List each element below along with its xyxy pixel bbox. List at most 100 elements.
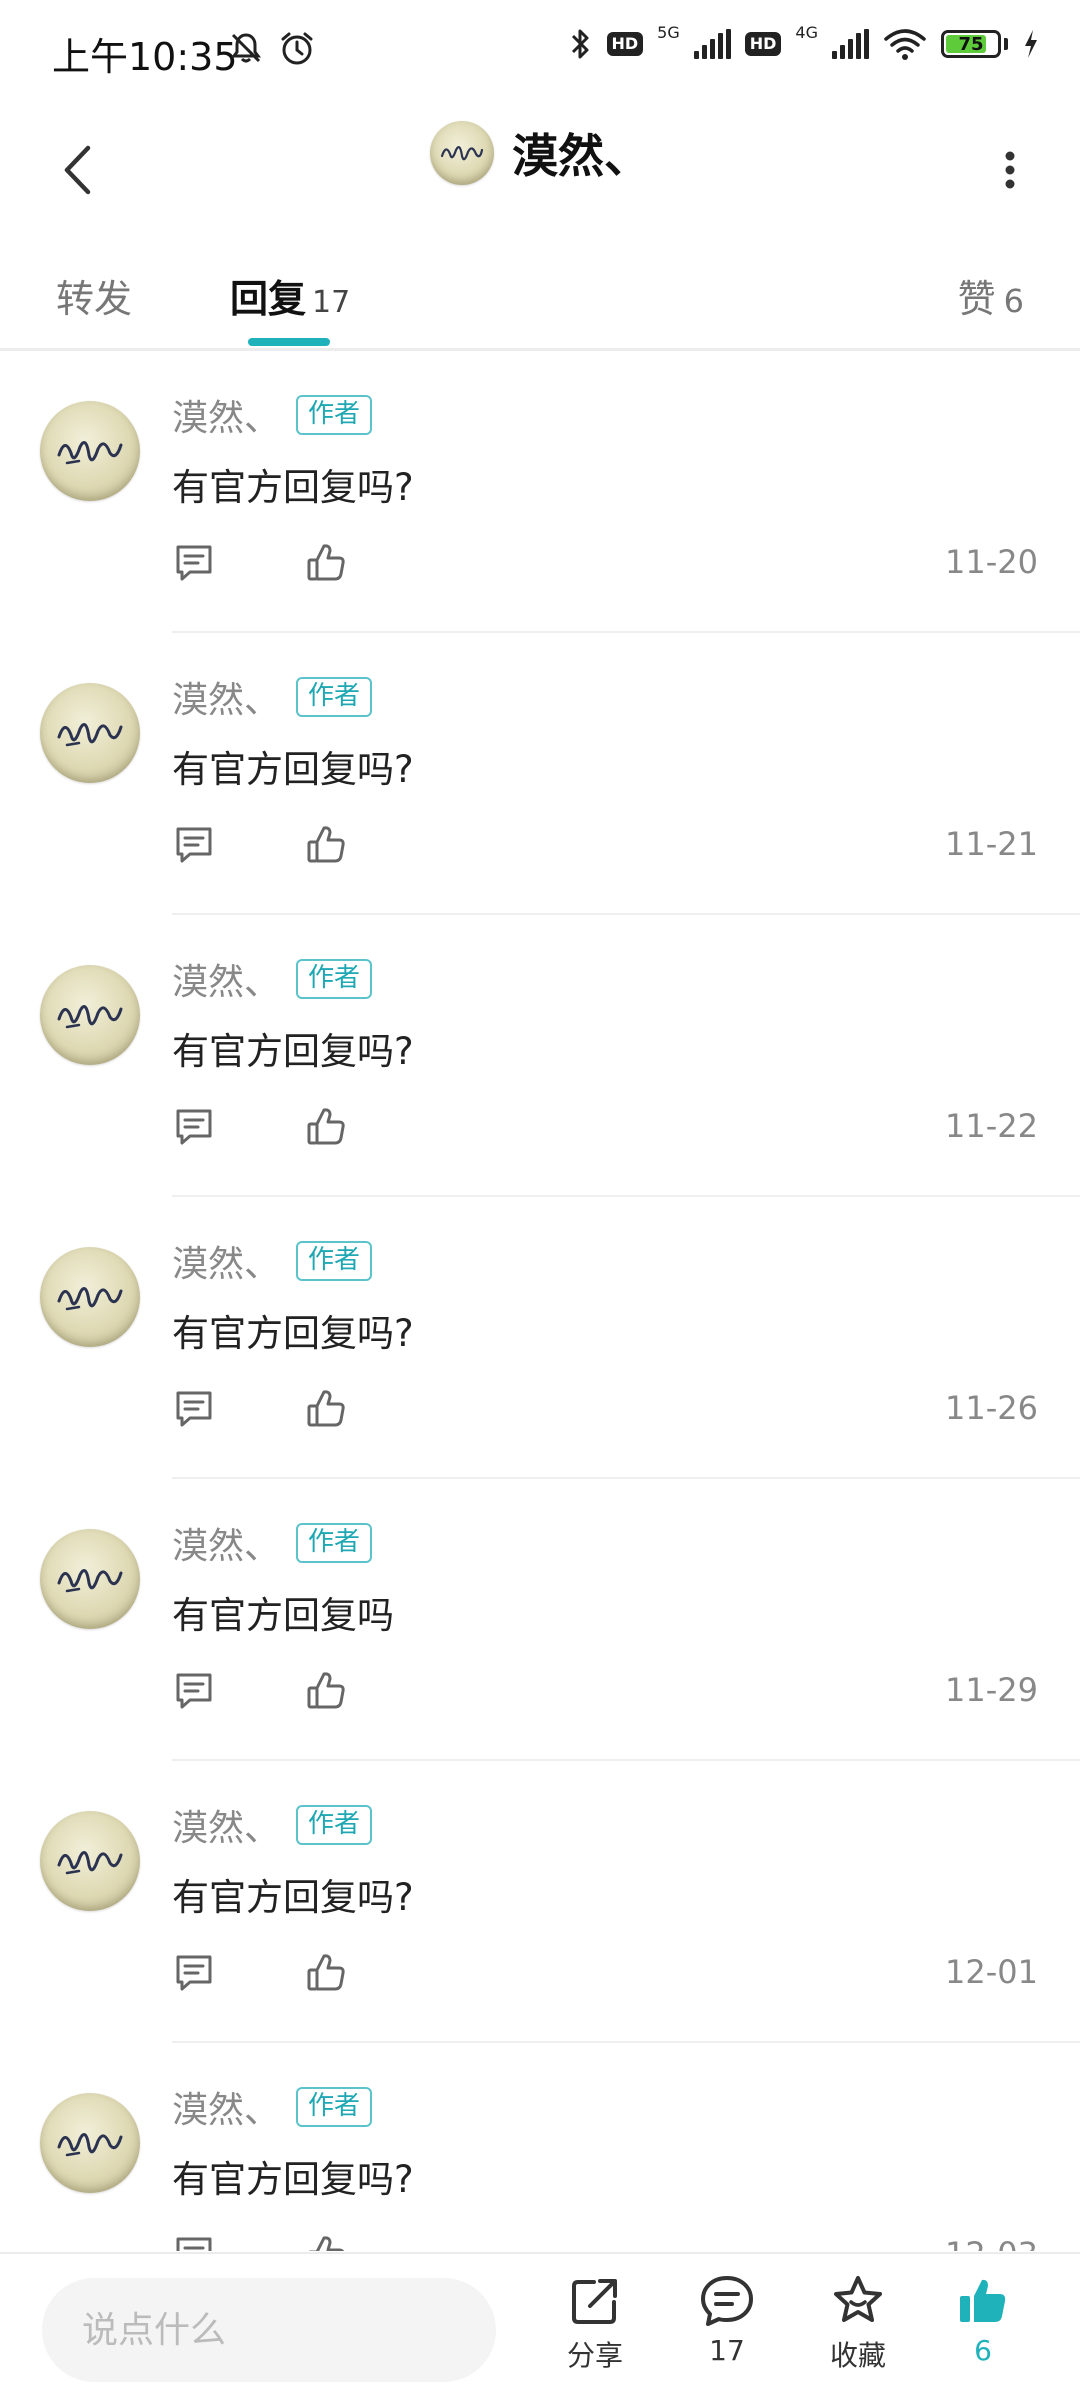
app-screen: 上午10:35 HD 5G HD 4G 75 漠然、 转发 回复 17 赞 6 … bbox=[0, 0, 1080, 2400]
comment-bubble-icon[interactable] bbox=[172, 823, 216, 867]
header-avatar[interactable] bbox=[430, 121, 494, 185]
battery-cap bbox=[1004, 38, 1008, 50]
comment-bubble-icon[interactable] bbox=[172, 1951, 216, 1995]
author-badge: 作者 bbox=[296, 959, 373, 999]
comment-avatar[interactable] bbox=[40, 1529, 140, 1629]
tab-forward-label: 转发 bbox=[56, 277, 133, 321]
favorite-label: 收藏 bbox=[829, 2339, 886, 2372]
comment-actions bbox=[172, 2233, 348, 2251]
tab-likes[interactable]: 赞6 bbox=[958, 268, 1024, 323]
comment-date: 12-03 bbox=[945, 2235, 1038, 2251]
comment-item[interactable]: 漠然、 作者 有官方回复吗? 11-21 bbox=[0, 633, 1080, 915]
comment-actions bbox=[172, 1387, 348, 1431]
status-bar: 上午10:35 HD 5G HD 4G 75 bbox=[0, 0, 1080, 100]
chat-icon bbox=[701, 2276, 753, 2326]
comment-text: 有官方回复吗? bbox=[172, 748, 414, 791]
bluetooth-icon bbox=[571, 29, 588, 59]
tab-likes-count: 6 bbox=[1003, 282, 1024, 320]
comment-bubble-icon[interactable] bbox=[172, 1105, 216, 1149]
comment-input[interactable] bbox=[42, 2278, 496, 2382]
comment-avatar[interactable] bbox=[40, 1247, 140, 1347]
comment-text: 有官方回复吗? bbox=[172, 466, 414, 509]
thumbs-up-icon[interactable] bbox=[304, 1669, 348, 1713]
favorite-button[interactable]: 收藏 bbox=[803, 2274, 913, 2374]
signal-strength-icon-2 bbox=[832, 29, 869, 59]
comment-item[interactable]: 漠然、 作者 有官方回复吗? 12-03 bbox=[0, 2043, 1080, 2251]
comment-text: 有官方回复吗 bbox=[172, 1594, 394, 1637]
thumbs-up-icon[interactable] bbox=[304, 1387, 348, 1431]
comment-date: 11-22 bbox=[945, 1107, 1038, 1145]
comment-author-name[interactable]: 漠然、 bbox=[172, 2081, 280, 2133]
comment-author-name[interactable]: 漠然、 bbox=[172, 1517, 280, 1569]
comment-avatar[interactable] bbox=[40, 1811, 140, 1911]
signature-icon bbox=[57, 723, 123, 747]
comment-date: 11-26 bbox=[945, 1389, 1038, 1427]
status-left-icons bbox=[228, 30, 316, 68]
hd-badge-2: HD bbox=[744, 32, 782, 56]
author-badge: 作者 bbox=[296, 1805, 373, 1845]
comment-bubble-icon[interactable] bbox=[172, 541, 216, 585]
status-time: 上午10:35 bbox=[52, 35, 238, 79]
comment-author-name[interactable]: 漠然、 bbox=[172, 389, 280, 441]
alarm-clock-icon bbox=[281, 32, 313, 65]
header-bar: 漠然、 bbox=[0, 110, 1080, 240]
thumbs-up-icon[interactable] bbox=[304, 823, 348, 867]
comment-bubble-icon[interactable] bbox=[172, 2233, 216, 2251]
signature-icon bbox=[57, 441, 123, 465]
comment-item[interactable]: 漠然、 作者 有官方回复吗? 11-26 bbox=[0, 1197, 1080, 1479]
comment-actions bbox=[172, 1951, 348, 1995]
comment-header: 漠然、 作者 bbox=[172, 953, 373, 1005]
share-icon bbox=[572, 2279, 617, 2324]
comment-item[interactable]: 漠然、 作者 有官方回复吗? 11-20 bbox=[0, 351, 1080, 633]
comment-avatar[interactable] bbox=[40, 683, 140, 783]
author-badge: 作者 bbox=[296, 1241, 373, 1281]
comment-avatar[interactable] bbox=[40, 401, 140, 501]
comment-author-name[interactable]: 漠然、 bbox=[172, 953, 280, 1005]
comment-bubble-icon[interactable] bbox=[172, 1669, 216, 1713]
share-button[interactable]: 分享 bbox=[540, 2274, 650, 2374]
signature-icon bbox=[57, 1851, 123, 1875]
comment-text: 有官方回复吗? bbox=[172, 2158, 414, 2201]
comment-date: 11-29 bbox=[945, 1671, 1038, 1709]
net-label-4g: 4G bbox=[795, 22, 818, 42]
tab-bar: 转发 回复 17 赞6 bbox=[0, 240, 1080, 351]
share-label: 分享 bbox=[566, 2339, 623, 2372]
comment-header: 漠然、 作者 bbox=[172, 671, 373, 723]
signal-strength-icon-1 bbox=[693, 29, 731, 59]
more-button[interactable] bbox=[970, 130, 1050, 210]
like-count-label: 6 bbox=[974, 2334, 992, 2367]
bottom-bar: 分享 17 收藏 6 bbox=[0, 2252, 1080, 2400]
comment-bubble-icon[interactable] bbox=[172, 1387, 216, 1431]
comment-date: 11-20 bbox=[945, 543, 1038, 581]
comment-text: 有官方回复吗? bbox=[172, 1030, 414, 1073]
tab-forward[interactable]: 转发 bbox=[56, 268, 132, 323]
comment-header: 漠然、 作者 bbox=[172, 1235, 373, 1287]
comment-list[interactable]: 漠然、 作者 有官方回复吗? 11-20 漠然、 作者 有官方回复吗? 11-2… bbox=[0, 351, 1080, 2251]
signature-icon bbox=[57, 1287, 123, 1311]
comment-date: 11-21 bbox=[945, 825, 1038, 863]
comment-actions bbox=[172, 1669, 348, 1713]
comments-count-label: 17 bbox=[709, 2334, 745, 2367]
battery-icon: 75 bbox=[941, 30, 1001, 58]
tab-likes-label: 赞 bbox=[957, 277, 996, 321]
comment-author-name[interactable]: 漠然、 bbox=[172, 1235, 280, 1287]
header-user[interactable]: 漠然、 bbox=[0, 120, 1080, 186]
comment-actions bbox=[172, 541, 348, 585]
comment-item[interactable]: 漠然、 作者 有官方回复吗? 12-01 bbox=[0, 1761, 1080, 2043]
thumbs-up-icon[interactable] bbox=[304, 2233, 348, 2251]
comment-item[interactable]: 漠然、 作者 有官方回复吗? 11-22 bbox=[0, 915, 1080, 1197]
like-button[interactable]: 6 bbox=[928, 2274, 1038, 2367]
thumbs-up-icon[interactable] bbox=[304, 1951, 348, 1995]
thumbs-up-icon[interactable] bbox=[304, 1105, 348, 1149]
thumbs-up-icon[interactable] bbox=[304, 541, 348, 585]
tab-reply[interactable]: 回复 17 bbox=[230, 268, 350, 323]
comment-item[interactable]: 漠然、 作者 有官方回复吗 11-29 bbox=[0, 1479, 1080, 1761]
comment-avatar[interactable] bbox=[40, 965, 140, 1065]
comment-actions bbox=[172, 1105, 348, 1149]
comment-avatar[interactable] bbox=[40, 2093, 140, 2193]
comment-author-name[interactable]: 漠然、 bbox=[172, 1799, 280, 1851]
more-vertical-icon bbox=[1005, 151, 1015, 189]
comment-author-name[interactable]: 漠然、 bbox=[172, 671, 280, 723]
comments-button[interactable]: 17 bbox=[672, 2274, 782, 2367]
battery-level: 75 bbox=[958, 33, 984, 55]
